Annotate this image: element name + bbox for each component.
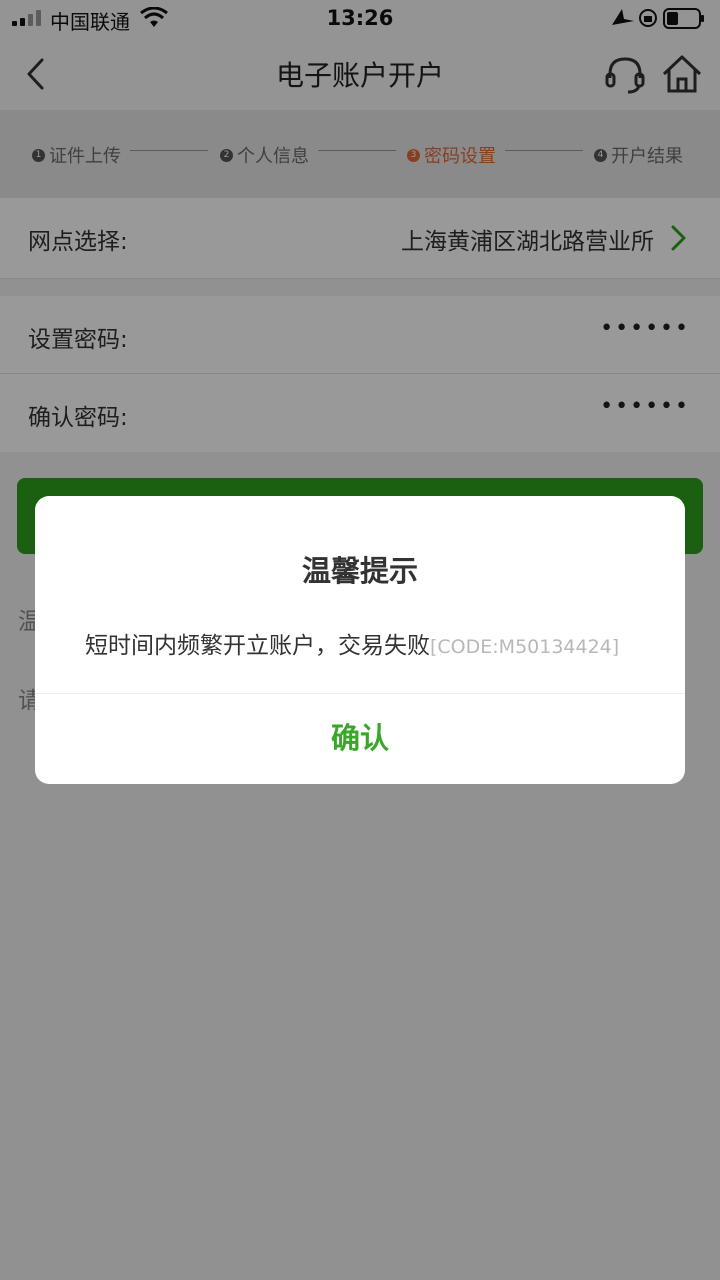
dialog-message: 短时间内频繁开立账户，交易失败[CODE:M50134424] <box>85 626 619 660</box>
dialog-error-code: [CODE:M50134424] <box>430 636 620 658</box>
dialog-message-text: 短时间内频繁开立账户，交易失败 <box>85 633 430 659</box>
alert-dialog: 温馨提示 短时间内频繁开立账户，交易失败[CODE:M50134424] 确认 <box>35 496 685 784</box>
dialog-confirm-button[interactable]: 确认 <box>35 694 685 784</box>
dialog-title: 温馨提示 <box>301 554 418 588</box>
